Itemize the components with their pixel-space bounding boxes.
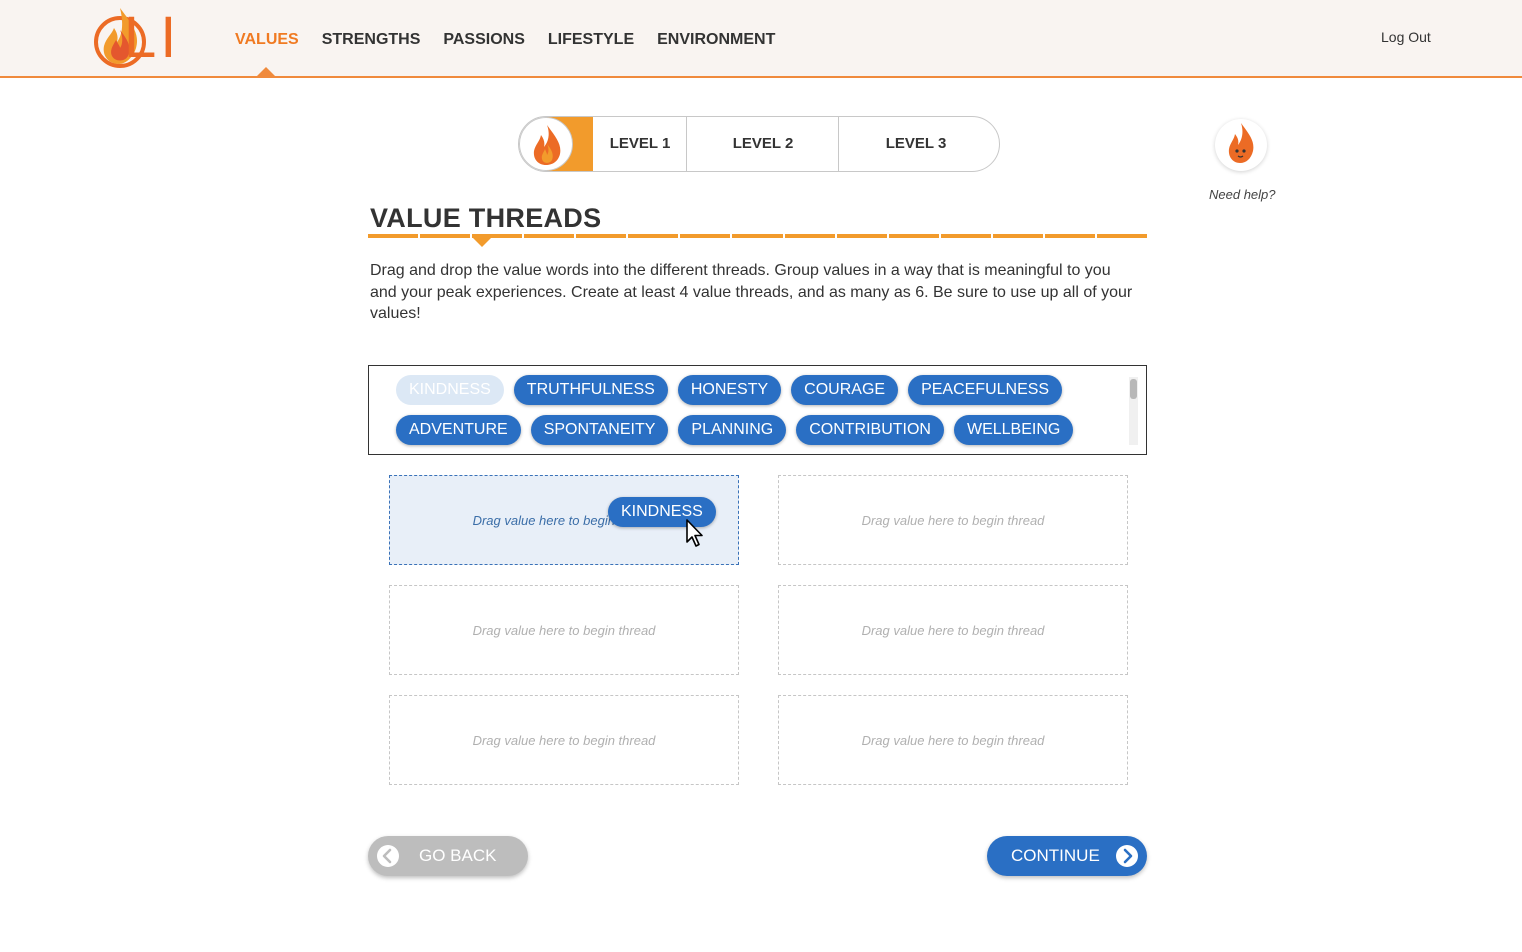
value-pill-kindness-placeholder: KINDNESS [396, 375, 504, 405]
value-pill-truthfulness[interactable]: TRUTHFULNESS [513, 375, 668, 405]
help-label[interactable]: Need help? [1209, 187, 1276, 202]
level-flame-badge [519, 117, 573, 171]
go-back-label: GO BACK [419, 846, 497, 865]
thread-placeholder: Drag value here to begin thread [472, 622, 656, 638]
thread-placeholder: Drag value here to begin thread [861, 512, 1045, 528]
chevron-right-icon [1116, 845, 1138, 867]
nav-passions[interactable]: PASSIONS [443, 30, 525, 50]
value-pill-adventure[interactable]: ADVENTURE [396, 415, 521, 445]
level-selector: LEVEL 1 LEVEL 2 LEVEL 3 [518, 116, 1000, 172]
value-pill-planning[interactable]: PLANNING [678, 415, 787, 445]
active-nav-indicator [257, 67, 275, 76]
logout-link[interactable]: Log Out [1381, 29, 1431, 45]
word-bank-row: ADVENTURE SPONTANEITY PLANNING CONTRIBUT… [396, 415, 1083, 445]
thread-dropzone-5[interactable]: Drag value here to begin thread [389, 695, 739, 785]
word-bank-row: KINDNESS TRUTHFULNESS HONESTY COURAGE PE… [396, 375, 1072, 405]
value-pill-spontaneity[interactable]: SPONTANEITY [530, 415, 669, 445]
chevron-left-icon [377, 845, 399, 867]
page-title: VALUE THREADS [370, 203, 602, 233]
flame-icon [533, 125, 561, 165]
help-button[interactable] [1215, 119, 1267, 171]
thread-placeholder: Drag value here to begin thread [861, 732, 1045, 748]
tab-level-2[interactable]: LEVEL 2 [687, 117, 839, 171]
top-nav-bar: LI VALUES STRENGTHS PASSIONS LIFESTYLE E… [0, 0, 1522, 78]
continue-button[interactable]: CONTINUE [987, 836, 1147, 876]
nav-lifestyle[interactable]: LIFESTYLE [548, 30, 634, 50]
value-word-bank: KINDNESS TRUTHFULNESS HONESTY COURAGE PE… [368, 365, 1147, 455]
thread-dropzone-2[interactable]: Drag value here to begin thread [778, 475, 1128, 565]
value-pill-peacefulness[interactable]: PEACEFULNESS [908, 375, 1063, 405]
nav-values[interactable]: VALUES [235, 30, 299, 50]
logo-wordmark: LI [124, 5, 181, 70]
continue-label: CONTINUE [1011, 846, 1100, 865]
nav-environment[interactable]: ENVIRONMENT [657, 30, 775, 50]
tab-level-3[interactable]: LEVEL 3 [839, 117, 993, 171]
nav-strengths[interactable]: STRENGTHS [322, 30, 421, 50]
tab-level-1[interactable]: LEVEL 1 [593, 117, 687, 171]
thread-dropzone-6[interactable]: Drag value here to begin thread [778, 695, 1128, 785]
flame-mascot-icon [1228, 123, 1254, 163]
main-nav: VALUES STRENGTHS PASSIONS LIFESTYLE ENVI… [235, 30, 798, 50]
value-pill-wellbeing[interactable]: WELLBEING [953, 415, 1074, 445]
value-pill-honesty[interactable]: HONESTY [677, 375, 782, 405]
word-bank-scroll-thumb[interactable] [1130, 379, 1137, 399]
instructions-text: Drag and drop the value words into the d… [370, 262, 1133, 322]
thread-placeholder: Drag value here to begin thread [861, 622, 1045, 638]
value-pill-courage[interactable]: COURAGE [791, 375, 899, 405]
value-pill-contribution[interactable]: CONTRIBUTION [796, 415, 944, 445]
thread-placeholder: Drag value here to begin thread [472, 732, 656, 748]
step-progress-indicator [473, 238, 491, 247]
thread-dropzone-4[interactable]: Drag value here to begin thread [778, 585, 1128, 675]
thread-dropzone-3[interactable]: Drag value here to begin thread [389, 585, 739, 675]
mouse-pointer-icon [686, 519, 703, 547]
go-back-button[interactable]: GO BACK [368, 836, 528, 876]
